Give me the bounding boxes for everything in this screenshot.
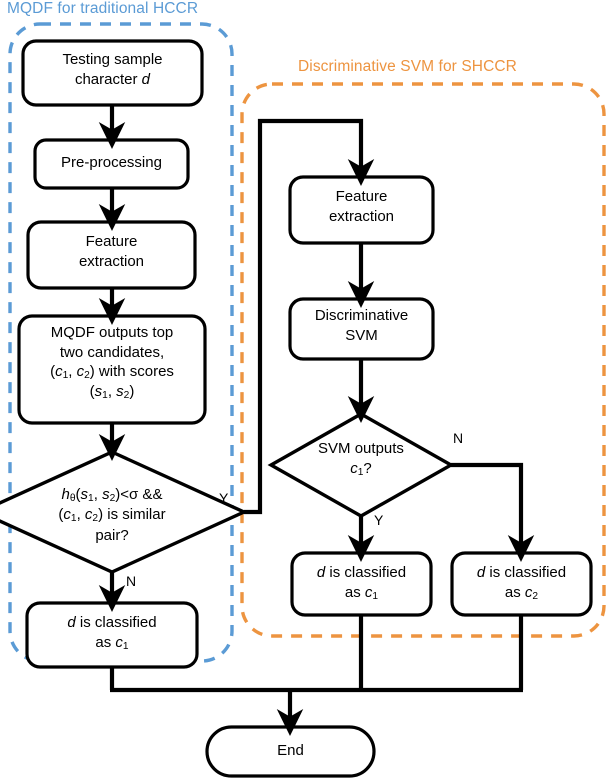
node-classified-c1 — [290, 551, 433, 617]
node-feature-extraction-right — [288, 175, 435, 245]
branch-label-svm-yes: Y — [374, 512, 384, 528]
node-feature-extraction-left — [26, 220, 197, 290]
branch-label-left-no: N — [126, 573, 137, 589]
node-testing-sample — [21, 39, 204, 107]
flowchart-figure: MQDF for traditional HCCR Discriminative… — [0, 0, 612, 780]
node-decision-svm — [267, 412, 455, 518]
node-decision-left — [0, 450, 249, 574]
node-discriminative-svm — [288, 297, 435, 361]
branch-label-svm-no: N — [453, 430, 464, 446]
node-preprocessing — [33, 138, 190, 190]
node-end — [205, 725, 376, 778]
group-title-left: MQDF for traditional HCCR — [7, 0, 199, 17]
flowchart-canvas — [0, 22, 606, 778]
node-classified-left — [25, 601, 199, 669]
node-classified-c2 — [450, 551, 593, 617]
edge-svm-decision-no-to-c2 — [451, 462, 535, 562]
branch-label-left-yes: Y — [219, 490, 229, 506]
group-title-right: Discriminative SVM for SHCCR — [298, 58, 517, 75]
node-mqdf-outputs — [17, 314, 207, 425]
